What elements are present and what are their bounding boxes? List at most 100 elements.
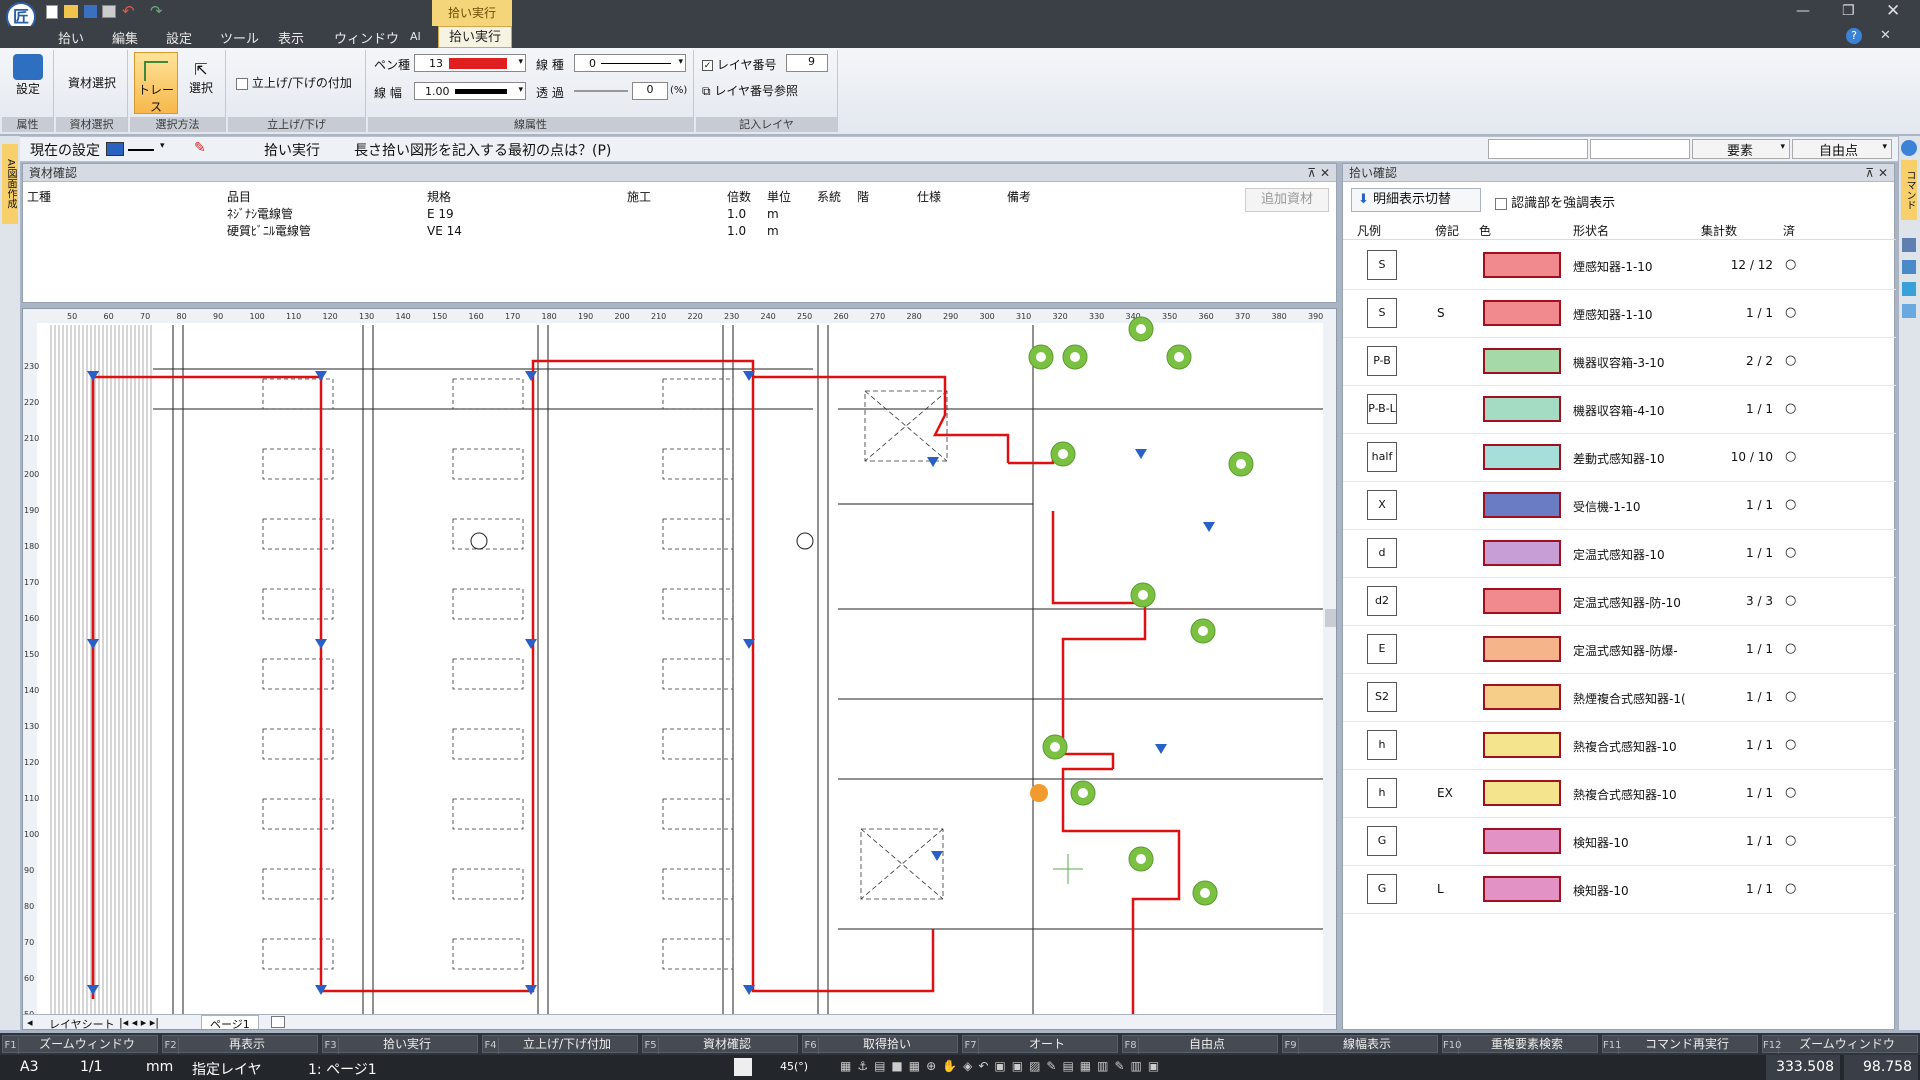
list-item[interactable]: d2 定温式感知器-防-10 3 / 3 ○ <box>1343 578 1896 626</box>
done-cell[interactable]: ○ <box>1785 881 1796 896</box>
snap-select[interactable]: 自由点 ▾ <box>1792 139 1892 159</box>
page-nav-icons[interactable]: |◂ ◂ ▸ ▸| <box>119 1016 159 1029</box>
save-icon[interactable] <box>84 5 97 18</box>
function-key-f9[interactable]: F9 線幅表示 <box>1282 1035 1438 1054</box>
angle-icon[interactable] <box>734 1058 752 1076</box>
vertical-scroll-thumb[interactable] <box>1325 609 1336 627</box>
help-icon[interactable]: ? <box>1846 28 1862 44</box>
function-key-f11[interactable]: F11 コマンド再実行 <box>1602 1035 1758 1054</box>
done-cell[interactable]: ○ <box>1785 785 1796 800</box>
command-tab[interactable]: コマンド <box>1901 160 1917 220</box>
done-cell[interactable]: ○ <box>1785 641 1796 656</box>
menu-tools[interactable]: ツール <box>220 28 259 47</box>
add-material-button[interactable]: 追加資材 <box>1245 188 1329 212</box>
layer-checkbox[interactable]: ✓ レイヤ番号 <box>702 56 776 73</box>
color-swatch[interactable] <box>1483 444 1561 470</box>
minimize-icon[interactable]: — <box>1796 3 1810 19</box>
color-swatch[interactable] <box>1483 348 1561 374</box>
menu-edit[interactable]: 編集 <box>112 28 138 47</box>
color-swatch[interactable] <box>1483 732 1561 758</box>
function-key-f5[interactable]: F5 資材確認 <box>642 1035 798 1054</box>
function-key-f2[interactable]: F2 再表示 <box>162 1035 318 1054</box>
done-cell[interactable]: ○ <box>1785 689 1796 704</box>
transparency-input[interactable]: 0 <box>632 82 668 100</box>
select-button[interactable]: ⇱ 選択 <box>180 60 222 96</box>
done-cell[interactable]: ○ <box>1785 401 1796 416</box>
table-row[interactable]: 硬質ﾋﾞﾆﾙ電線管 VE 14 1.0 m <box>27 222 1237 239</box>
done-cell[interactable]: ○ <box>1785 593 1796 608</box>
menu-hiroi[interactable]: 拾い <box>58 28 84 47</box>
menu-settings[interactable]: 設定 <box>166 28 192 47</box>
color-swatch[interactable] <box>1483 684 1561 710</box>
pin-close-icon[interactable]: ⊼ ✕ <box>1865 164 1888 182</box>
menu-pick-execute[interactable]: 拾い実行 <box>438 26 512 48</box>
pin-close-icon[interactable]: ⊼ ✕ <box>1307 164 1330 182</box>
element-select[interactable]: 要素 ▾ <box>1692 139 1790 159</box>
angle-value[interactable]: 45(°) <box>780 1060 808 1073</box>
width-select[interactable]: 1.00 ▾ <box>414 82 526 100</box>
layer-input[interactable]: 9 <box>786 54 828 72</box>
list-item[interactable]: S S 煙感知器-1-10 1 / 1 ○ <box>1343 290 1896 338</box>
function-key-f3[interactable]: F3 拾い実行 <box>322 1035 478 1054</box>
undo-icon[interactable]: ↶ <box>122 2 135 20</box>
done-cell[interactable]: ○ <box>1785 449 1796 464</box>
new-icon[interactable] <box>46 5 58 19</box>
done-cell[interactable]: ○ <box>1785 833 1796 848</box>
done-cell[interactable]: ○ <box>1785 545 1796 560</box>
layer-ref-button[interactable]: ⧉ レイヤ番号参照 <box>702 82 798 99</box>
vertical-scrollbar[interactable] <box>1323 323 1337 1013</box>
palette-icon[interactable] <box>1902 282 1916 296</box>
list-item[interactable]: G 検知器-10 1 / 1 ○ <box>1343 818 1896 866</box>
color-swatch[interactable] <box>1483 588 1561 614</box>
add-page-icon[interactable] <box>271 1016 285 1028</box>
list-item[interactable]: h 熱複合式感知器-10 1 / 1 ○ <box>1343 722 1896 770</box>
color-swatch[interactable] <box>1483 396 1561 422</box>
function-key-f6[interactable]: F6 取得拾い <box>802 1035 958 1054</box>
function-key-f4[interactable]: F4 立上げ/下げ付加 <box>482 1035 638 1054</box>
layer-mode[interactable]: 指定レイヤ <box>192 1059 262 1079</box>
function-key-f12[interactable]: F12 ズームウィンドウ <box>1762 1035 1918 1054</box>
color-swatch[interactable] <box>1483 780 1561 806</box>
table-row[interactable]: ﾈｼﾞﾅｼ電線管 E 19 1.0 m <box>27 205 1237 222</box>
function-key-f7[interactable]: F7 オート <box>962 1035 1118 1054</box>
current-color-swatch[interactable] <box>106 142 124 156</box>
open-icon[interactable] <box>64 5 78 18</box>
done-cell[interactable]: ○ <box>1785 497 1796 512</box>
color-swatch[interactable] <box>1483 876 1561 902</box>
pen-select[interactable]: 13 ▾ <box>414 54 526 72</box>
done-cell[interactable]: ○ <box>1785 305 1796 320</box>
color-swatch[interactable] <box>1483 636 1561 662</box>
done-cell[interactable]: ○ <box>1785 257 1796 272</box>
redo-icon[interactable]: ↷ <box>150 2 163 20</box>
ribbon-close-icon[interactable]: ✕ <box>1880 28 1891 43</box>
close-icon[interactable]: ✕ <box>1886 1 1900 21</box>
ai-drawing-tab[interactable]: AI図面作成 <box>2 144 18 224</box>
menu-window[interactable]: ウィンドウ <box>334 28 399 47</box>
function-key-f10[interactable]: F10 重複要素検索 <box>1442 1035 1598 1054</box>
done-cell[interactable]: ○ <box>1785 353 1796 368</box>
detail-toggle-button[interactable]: ⬇ 明細表示切替 <box>1351 188 1481 212</box>
done-cell[interactable]: ○ <box>1785 737 1796 752</box>
pen-icon[interactable]: ✎ <box>194 140 206 156</box>
menu-view[interactable]: 表示 <box>278 28 304 47</box>
image-icon[interactable] <box>1902 304 1916 318</box>
page-tab[interactable]: ページ1 <box>201 1015 259 1029</box>
list-item[interactable]: half 差動式感知器-10 10 / 10 ○ <box>1343 434 1896 482</box>
list-item[interactable]: d 定温式感知器-10 1 / 1 ○ <box>1343 530 1896 578</box>
highlight-checkbox[interactable]: 認識部を強調表示 <box>1495 192 1615 211</box>
restore-icon[interactable]: ❐ <box>1842 3 1855 19</box>
linetype-select[interactable]: 0 ▾ <box>574 54 686 72</box>
riseup-checkbox[interactable]: 立上げ/下げの付加 <box>236 74 352 91</box>
list-item[interactable]: P-B-L 機器収容箱-4-10 1 / 1 ○ <box>1343 386 1896 434</box>
command-input-2[interactable] <box>1590 139 1690 159</box>
color-swatch[interactable] <box>1483 492 1561 518</box>
color-swatch[interactable] <box>1483 300 1561 326</box>
list-item[interactable]: h EX 熱複合式感知器-10 1 / 1 ○ <box>1343 770 1896 818</box>
list-item[interactable]: E 定温式感知器-防爆- 1 / 1 ○ <box>1343 626 1896 674</box>
current-layer[interactable]: 1: ページ1 <box>308 1059 377 1079</box>
color-swatch[interactable] <box>1483 252 1561 278</box>
menu-ai[interactable]: AI <box>410 30 421 43</box>
list-item[interactable]: P-B 機器収容箱-3-10 2 / 2 ○ <box>1343 338 1896 386</box>
list-item[interactable]: X 受信機-1-10 1 / 1 ○ <box>1343 482 1896 530</box>
transparency-slider[interactable] <box>574 90 628 92</box>
